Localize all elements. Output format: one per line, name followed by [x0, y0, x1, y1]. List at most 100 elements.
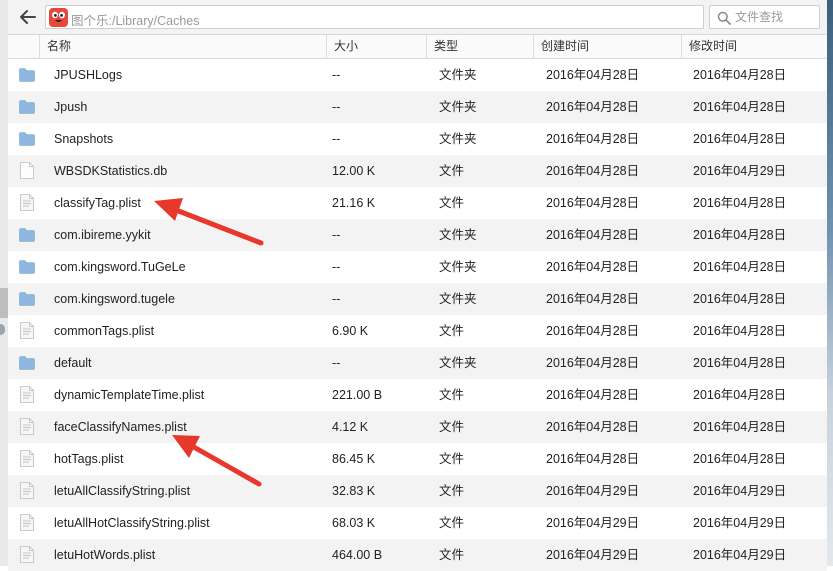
plist-file-icon — [20, 482, 34, 499]
file-created: 2016年04月28日 — [546, 356, 640, 370]
file-name: letuHotWords.plist — [54, 548, 156, 562]
column-header: 名称 大小 类型 创建时间 修改时间 — [8, 35, 827, 59]
file-row[interactable]: letuAllClassifyString.plist 32.83 K 文件 2… — [8, 475, 827, 507]
folder-icon — [19, 228, 35, 242]
file-created: 2016年04月28日 — [546, 324, 640, 338]
back-button[interactable] — [17, 7, 39, 27]
file-row[interactable]: default -- 文件夹 2016年04月28日 2016年04月28日 — [8, 347, 827, 379]
file-size: 86.45 K — [332, 452, 376, 466]
file-created: 2016年04月28日 — [546, 100, 640, 114]
file-row[interactable]: com.kingsword.tugele -- 文件夹 2016年04月28日 … — [8, 283, 827, 315]
file-created: 2016年04月28日 — [546, 292, 640, 306]
file-type: 文件夹 — [439, 292, 477, 306]
file-modified: 2016年04月29日 — [693, 484, 787, 498]
plist-file-icon — [20, 386, 34, 403]
file-row[interactable]: dynamicTemplateTime.plist 221.00 B 文件 20… — [8, 379, 827, 411]
file-size: 32.83 K — [332, 484, 376, 498]
file-created: 2016年04月28日 — [546, 388, 640, 402]
file-size: 464.00 B — [332, 548, 383, 562]
file-browser-window: 图个乐:/Library/Caches 名称 大小 类型 创建时间 修改时间 J… — [8, 0, 827, 571]
folder-icon — [19, 292, 35, 306]
file-type: 文件夹 — [439, 68, 477, 82]
file-size: 12.00 K — [332, 164, 376, 178]
file-modified: 2016年04月29日 — [693, 516, 787, 530]
app-logo-icon — [49, 8, 68, 27]
path-bar[interactable]: 图个乐:/Library/Caches — [45, 5, 704, 29]
file-type: 文件 — [439, 452, 465, 466]
file-size: -- — [332, 292, 341, 306]
column-header-type[interactable]: 类型 — [426, 35, 533, 58]
file-modified: 2016年04月28日 — [693, 356, 787, 370]
file-created: 2016年04月28日 — [546, 132, 640, 146]
file-modified: 2016年04月28日 — [693, 100, 787, 114]
file-type: 文件 — [439, 324, 465, 338]
file-modified: 2016年04月29日 — [693, 548, 787, 562]
file-name: letuAllClassifyString.plist — [54, 484, 191, 498]
file-row[interactable]: faceClassifyNames.plist 4.12 K 文件 2016年0… — [8, 411, 827, 443]
file-size: 221.00 B — [332, 388, 383, 402]
file-type: 文件 — [439, 164, 465, 178]
back-arrow-icon — [20, 10, 36, 24]
file-created: 2016年04月29日 — [546, 484, 640, 498]
desktop-background — [827, 0, 833, 566]
file-name: hotTags.plist — [54, 452, 124, 466]
file-modified: 2016年04月28日 — [693, 324, 787, 338]
file-type: 文件夹 — [439, 132, 477, 146]
file-name: letuAllHotClassifyString.plist — [54, 516, 210, 530]
file-type: 文件 — [439, 484, 465, 498]
file-name: default — [54, 356, 92, 370]
file-type: 文件 — [439, 548, 465, 562]
file-row[interactable]: hotTags.plist 86.45 K 文件 2016年04月28日 201… — [8, 443, 827, 475]
file-size: 4.12 K — [332, 420, 369, 434]
folder-icon — [19, 68, 35, 82]
file-row[interactable]: com.ibireme.yykit -- 文件夹 2016年04月28日 201… — [8, 219, 827, 251]
file-modified: 2016年04月28日 — [693, 452, 787, 466]
toolbar: 图个乐:/Library/Caches — [8, 0, 827, 35]
file-created: 2016年04月28日 — [546, 164, 640, 178]
file-name: commonTags.plist — [54, 324, 155, 338]
file-size: 6.90 K — [332, 324, 369, 338]
file-row[interactable]: letuAllHotClassifyString.plist 68.03 K 文… — [8, 507, 827, 539]
file-type: 文件 — [439, 420, 465, 434]
file-row[interactable]: classifyTag.plist 21.16 K 文件 2016年04月28日… — [8, 187, 827, 219]
column-header-modified[interactable]: 修改时间 — [681, 35, 827, 58]
file-size: 21.16 K — [332, 196, 376, 210]
column-header-name[interactable]: 名称 — [39, 35, 326, 58]
plist-file-icon — [20, 194, 34, 211]
folder-icon — [19, 132, 35, 146]
file-name: com.ibireme.yykit — [54, 228, 151, 242]
file-name: Snapshots — [54, 132, 114, 146]
folder-icon — [19, 100, 35, 114]
file-name: dynamicTemplateTime.plist — [54, 388, 205, 402]
file-created: 2016年04月29日 — [546, 516, 640, 530]
file-type: 文件 — [439, 196, 465, 210]
search-input[interactable] — [735, 8, 815, 26]
file-modified: 2016年04月28日 — [693, 132, 787, 146]
file-name: com.kingsword.TuGeLe — [54, 260, 186, 274]
file-name: com.kingsword.tugele — [54, 292, 175, 306]
column-header-created[interactable]: 创建时间 — [533, 35, 681, 58]
file-modified: 2016年04月28日 — [693, 292, 787, 306]
file-modified: 2016年04月28日 — [693, 68, 787, 82]
file-modified: 2016年04月28日 — [693, 420, 787, 434]
file-modified: 2016年04月28日 — [693, 388, 787, 402]
file-row[interactable]: JPUSHLogs -- 文件夹 2016年04月28日 2016年04月28日 — [8, 59, 827, 91]
file-row[interactable]: Snapshots -- 文件夹 2016年04月28日 2016年04月28日 — [8, 123, 827, 155]
file-size: -- — [332, 356, 341, 370]
file-name: Jpush — [54, 100, 88, 114]
file-row[interactable]: com.kingsword.TuGeLe -- 文件夹 2016年04月28日 … — [8, 251, 827, 283]
file-size: -- — [332, 260, 341, 274]
file-created: 2016年04月29日 — [546, 548, 640, 562]
file-name: WBSDKStatistics.db — [54, 164, 168, 178]
file-created: 2016年04月28日 — [546, 452, 640, 466]
file-row[interactable]: Jpush -- 文件夹 2016年04月28日 2016年04月28日 — [8, 91, 827, 123]
file-row[interactable]: WBSDKStatistics.db 12.00 K 文件 2016年04月28… — [8, 155, 827, 187]
column-header-size[interactable]: 大小 — [326, 35, 426, 58]
file-row[interactable]: letuHotWords.plist 464.00 B 文件 2016年04月2… — [8, 539, 827, 571]
file-size: 68.03 K — [332, 516, 376, 530]
file-row[interactable]: commonTags.plist 6.90 K 文件 2016年04月28日 2… — [8, 315, 827, 347]
plist-file-icon — [20, 450, 34, 467]
search-box[interactable] — [709, 5, 820, 29]
background-window-tab — [0, 288, 8, 318]
file-type: 文件 — [439, 516, 465, 530]
